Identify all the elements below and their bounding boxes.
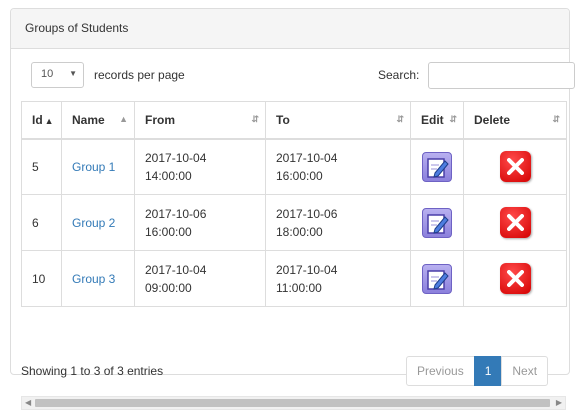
column-header-name-label: Name	[72, 112, 105, 127]
cell-from: 2017-10-04 09:00:00	[134, 250, 266, 307]
cell-from: 2017-10-06 16:00:00	[134, 194, 266, 251]
edit-pencil-icon[interactable]	[422, 151, 452, 182]
previous-page-button[interactable]: Previous	[406, 356, 475, 386]
groups-table: Id ▲ Name ▲ From ⇵ To ⇵ Edit ⇵ Delete ⇵ 5 Grou…	[21, 101, 567, 307]
scroll-left-arrow-icon[interactable]: ◀	[25, 398, 31, 407]
column-header-id-label: Id	[32, 112, 43, 127]
cell-edit	[410, 194, 464, 251]
groups-panel: Groups of Students 10 ▼ records per page…	[10, 8, 575, 410]
sort-both-icon: ▲	[119, 114, 128, 124]
cell-from: 2017-10-04 14:00:00	[134, 138, 266, 195]
cell-id: 10	[21, 250, 62, 307]
from-date: 2017-10-04	[145, 262, 207, 277]
cell-to: 2017-10-04 11:00:00	[265, 250, 411, 307]
cell-name: Group 1	[61, 138, 135, 195]
sort-both-icon: ⇵	[251, 114, 258, 124]
next-page-button[interactable]: Next	[501, 356, 549, 386]
cell-to: 2017-10-04 16:00:00	[265, 138, 411, 195]
cell-name: Group 3	[61, 250, 135, 307]
column-header-to[interactable]: To ⇵	[265, 101, 411, 140]
sort-both-icon: ⇵	[396, 114, 403, 124]
page-length-select[interactable]: 10 ▼	[31, 62, 84, 88]
delete-x-icon[interactable]	[499, 151, 531, 183]
panel-title: Groups of Students	[11, 9, 569, 49]
table-info: Showing 1 to 3 of 3 entries	[21, 364, 164, 378]
table-row: 5 Group 1 2017-10-04 14:00:00 2017-10-04 1…	[21, 138, 567, 195]
to-time: 18:00:00	[276, 224, 323, 239]
from-date: 2017-10-06	[145, 206, 207, 221]
table-row: 10 Group 3 2017-10-04 09:00:00 2017-10-04…	[21, 250, 567, 307]
from-time: 14:00:00	[145, 168, 192, 183]
scrollbar-thumb[interactable]	[35, 399, 550, 407]
cell-edit	[410, 138, 464, 195]
cell-delete	[463, 250, 567, 307]
column-header-from[interactable]: From ⇵	[134, 101, 266, 140]
delete-x-icon[interactable]	[499, 207, 531, 238]
caret-down-icon: ▼	[69, 69, 77, 78]
pagination: Previous 1 Next	[406, 356, 549, 386]
search-label: Search:	[378, 68, 420, 82]
column-header-id[interactable]: Id ▲	[21, 101, 62, 140]
column-header-delete[interactable]: Delete ⇵	[463, 101, 567, 140]
group-link[interactable]: Group 2	[72, 216, 115, 230]
column-header-edit[interactable]: Edit ⇵	[410, 101, 464, 140]
group-link[interactable]: Group 1	[72, 160, 115, 174]
to-date: 2017-10-04	[276, 150, 338, 165]
cell-to: 2017-10-06 18:00:00	[265, 194, 411, 251]
sort-both-icon: ⇵	[449, 114, 456, 124]
panel-body: 10 ▼ records per page Search: Id ▲ Name ▲ …	[11, 49, 575, 410]
cell-id: 6	[21, 194, 62, 251]
column-header-from-label: From	[145, 112, 175, 127]
cell-name: Group 2	[61, 194, 135, 251]
to-date: 2017-10-04	[276, 262, 338, 277]
to-time: 16:00:00	[276, 168, 323, 183]
table-row: 6 Group 2 2017-10-06 16:00:00 2017-10-06 1…	[21, 194, 567, 251]
cell-delete	[463, 138, 567, 195]
from-time: 09:00:00	[145, 280, 192, 295]
edit-pencil-icon[interactable]	[422, 263, 452, 294]
from-date: 2017-10-04	[145, 150, 207, 165]
page-length-label: records per page	[94, 68, 185, 82]
column-header-to-label: To	[276, 112, 290, 127]
to-time: 11:00:00	[276, 280, 322, 295]
cell-id: 5	[21, 138, 62, 195]
to-date: 2017-10-06	[276, 206, 338, 221]
edit-pencil-icon[interactable]	[422, 207, 452, 238]
column-header-edit-label: Edit	[421, 112, 444, 127]
column-header-delete-label: Delete	[474, 112, 511, 127]
page-length-value: 10	[41, 68, 54, 80]
scroll-right-arrow-icon[interactable]: ▶	[556, 398, 562, 407]
group-link[interactable]: Group 3	[72, 272, 115, 286]
column-header-name[interactable]: Name ▲	[61, 101, 135, 140]
search-input[interactable]	[428, 62, 575, 89]
sort-both-icon: ⇵	[552, 114, 559, 124]
cell-delete	[463, 194, 567, 251]
cell-edit	[410, 250, 464, 307]
table-controls: 10 ▼ records per page Search:	[21, 49, 575, 101]
sort-ascending-icon: ▲	[44, 115, 54, 126]
from-time: 16:00:00	[145, 224, 192, 239]
table-header-row: Id ▲ Name ▲ From ⇵ To ⇵ Edit ⇵ Delete ⇵	[21, 101, 567, 140]
delete-x-icon[interactable]	[499, 263, 531, 294]
horizontal-scrollbar[interactable]: ◀ ▶	[21, 396, 566, 410]
page-button-current[interactable]: 1	[473, 356, 503, 386]
